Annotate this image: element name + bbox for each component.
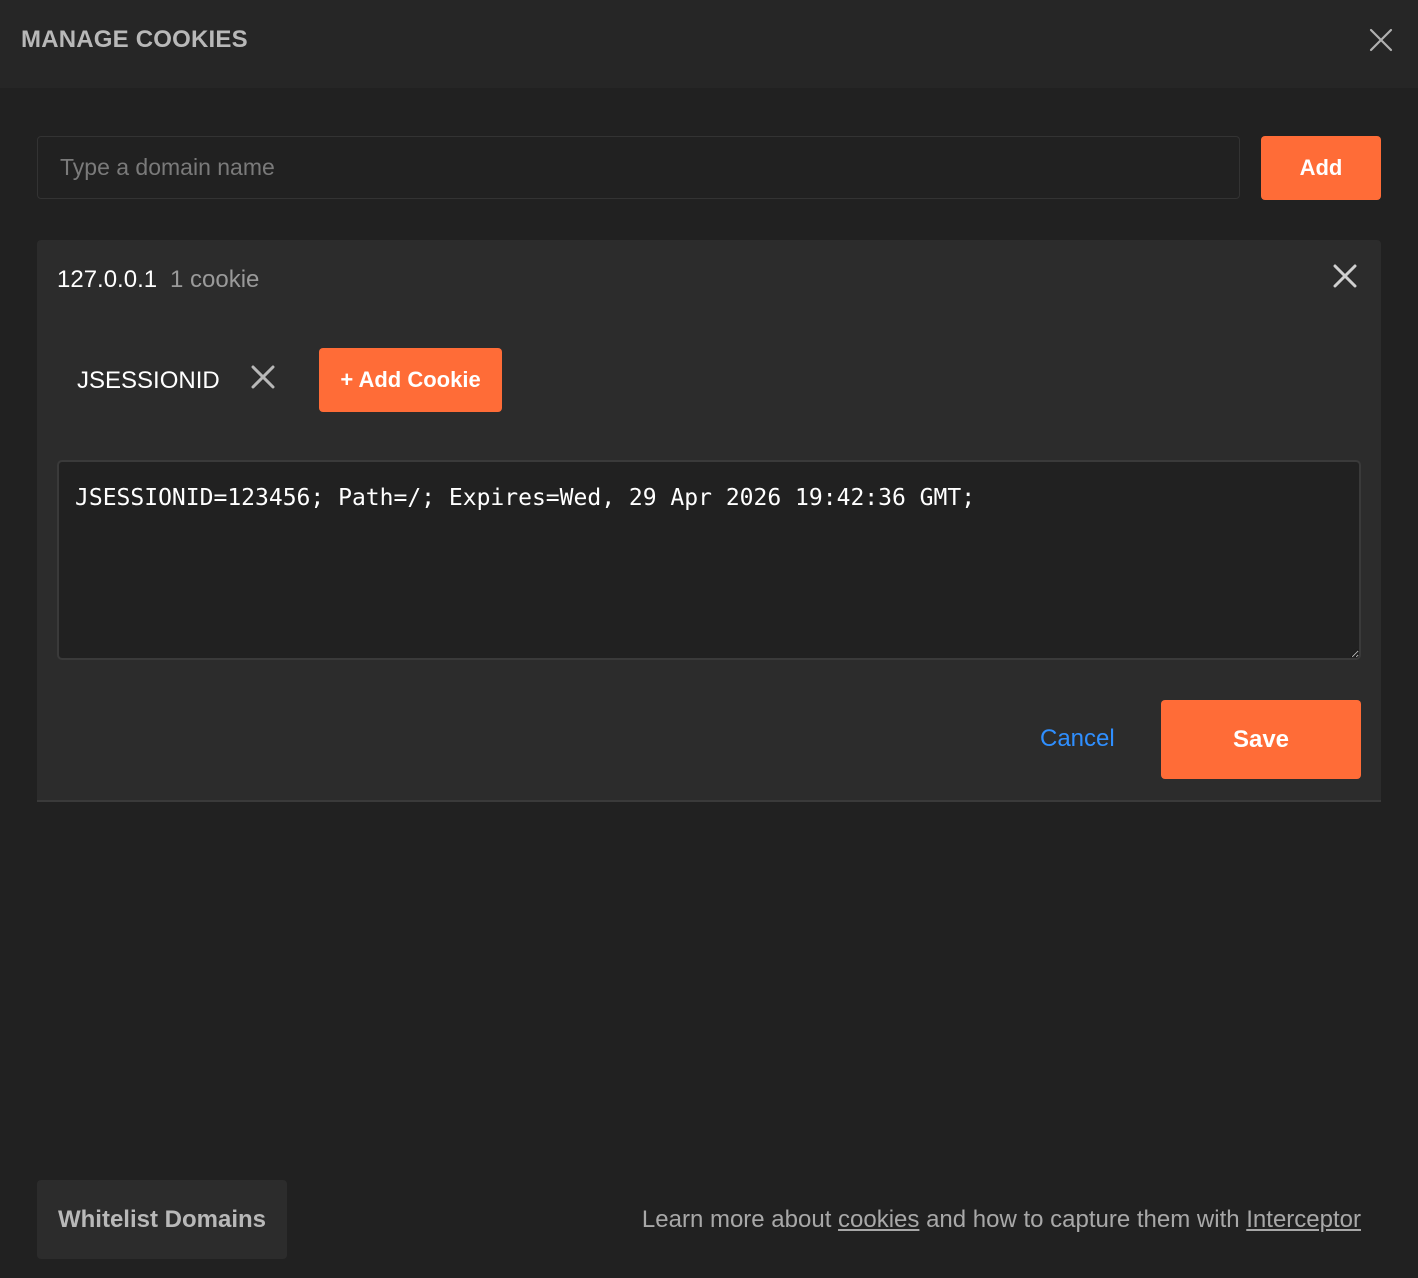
domain-name-input[interactable]	[37, 136, 1240, 199]
domain-card: 127.0.0.1 1 cookie JSESSIONID + Add Cook…	[37, 240, 1381, 802]
close-icon[interactable]	[1369, 28, 1393, 52]
add-cookie-button[interactable]: + Add Cookie	[319, 348, 502, 412]
cookie-count: 1 cookie	[170, 266, 260, 293]
domain-name: 127.0.0.1	[57, 266, 158, 293]
modal-title: MANAGE COOKIES	[21, 26, 248, 53]
cancel-button[interactable]: Cancel	[1040, 725, 1115, 753]
save-button[interactable]: Save	[1161, 700, 1361, 779]
cookie-editor-textarea[interactable]: JSESSIONID=123456; Path=/; Expires=Wed, …	[57, 460, 1361, 660]
cookie-chip-label[interactable]: JSESSIONID	[77, 367, 220, 395]
remove-cookie-close-icon[interactable]	[251, 365, 275, 389]
footer-learn-more: Learn more about cookies and how to capt…	[642, 1206, 1361, 1234]
whitelist-domains-button[interactable]: Whitelist Domains	[37, 1180, 287, 1259]
footer-prefix: Learn more about	[641, 1206, 839, 1233]
remove-domain-close-icon[interactable]	[1333, 264, 1357, 288]
footer-middle: and how to capture them with	[919, 1206, 1247, 1233]
add-domain-button[interactable]: Add	[1261, 136, 1381, 200]
interceptor-link[interactable]: Interceptor	[1246, 1206, 1361, 1233]
modal-header: MANAGE COOKIES	[0, 0, 1418, 88]
cookies-link[interactable]: cookies	[838, 1206, 919, 1233]
